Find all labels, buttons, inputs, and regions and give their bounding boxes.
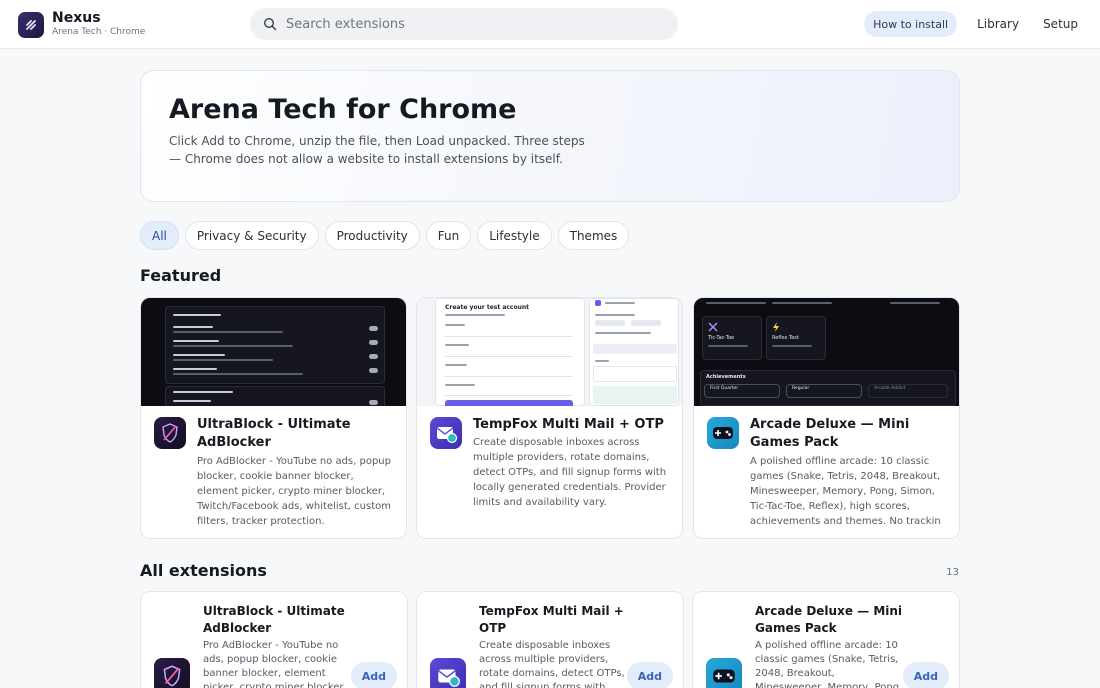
add-button[interactable]: Add bbox=[350, 662, 397, 688]
featured-card-ultrablock[interactable]: UltraBlock - Ultimate AdBlocker Pro AdBl… bbox=[140, 297, 407, 539]
brand[interactable]: Nexus Arena Tech · Chrome bbox=[18, 10, 145, 39]
tic-tac-toe-icon bbox=[708, 322, 718, 332]
extension-card-arcade[interactable]: Arcade Deluxe — Mini Games Pack A polish… bbox=[692, 591, 960, 688]
reflex-icon bbox=[773, 322, 779, 332]
app-name: Nexus bbox=[52, 10, 101, 26]
featured-description: Pro AdBlocker - YouTube no ads, popup bl… bbox=[197, 456, 391, 527]
hero-banner: Arena Tech for Chrome Click Add to Chrom… bbox=[140, 70, 960, 202]
screenshot-tempfox: Create your test account bbox=[417, 298, 682, 406]
search-input[interactable] bbox=[286, 16, 666, 32]
preview-ach-first-quarter: First Quarter bbox=[710, 386, 739, 391]
preview-form-title: Create your test account bbox=[445, 304, 530, 311]
ultrablock-icon bbox=[154, 658, 190, 688]
screenshot-ultrablock bbox=[141, 298, 406, 406]
screenshot-arcade: Tic-Tac-Toe Reflex Test Achievements Fir… bbox=[694, 298, 959, 406]
preview-tile-tic-tac-toe: Tic-Tac-Toe bbox=[708, 335, 735, 341]
tempfox-icon bbox=[430, 658, 466, 688]
category-chip-fun[interactable]: Fun bbox=[425, 221, 472, 250]
preview-achievements: Achievements bbox=[706, 374, 746, 380]
top-bar: Nexus Arena Tech · Chrome How to install… bbox=[0, 0, 1100, 49]
nav-library[interactable]: Library bbox=[973, 17, 1023, 31]
search-bar[interactable] bbox=[250, 8, 678, 40]
preview-ach-regular: Regular bbox=[792, 386, 810, 391]
featured-title: Arcade Deluxe — Mini Games Pack bbox=[750, 417, 910, 450]
extension-title: UltraBlock - Ultimate AdBlocker bbox=[203, 604, 345, 635]
extension-title: TempFox Multi Mail + OTP bbox=[479, 604, 624, 635]
category-chip-lifestyle[interactable]: Lifestyle bbox=[477, 221, 552, 250]
ultrablock-icon bbox=[154, 417, 186, 449]
featured-card-tempfox[interactable]: Create your test account TempFox Multi M… bbox=[416, 297, 683, 539]
category-chip-themes[interactable]: Themes bbox=[557, 221, 630, 250]
extension-description: A polished offline arcade: 10 classic ga… bbox=[755, 640, 903, 688]
tempfox-icon bbox=[430, 417, 462, 449]
hero-title: Arena Tech for Chrome bbox=[169, 94, 517, 125]
category-chip-all[interactable]: All bbox=[140, 221, 179, 250]
top-nav: How to install Library Setup bbox=[864, 11, 1082, 37]
extension-title: Arcade Deluxe — Mini Games Pack bbox=[755, 604, 903, 635]
app-subtitle: Arena Tech · Chrome bbox=[52, 27, 146, 37]
featured-title: TempFox Multi Mail + OTP bbox=[473, 417, 664, 432]
preview-ach-arcade-addict: Arcade Addict bbox=[874, 386, 906, 391]
extensions-count: 13 bbox=[946, 567, 959, 578]
extension-card-tempfox[interactable]: TempFox Multi Mail + OTP Create disposab… bbox=[416, 591, 684, 688]
category-filter: All Privacy & Security Productivity Fun … bbox=[140, 221, 635, 250]
featured-description: A polished offline arcade: 10 classic ga… bbox=[750, 456, 941, 527]
preview-tile-reflex: Reflex Test bbox=[772, 335, 799, 341]
extension-description: Pro AdBlocker - YouTube no ads, popup bl… bbox=[203, 640, 344, 688]
category-chip-productivity[interactable]: Productivity bbox=[324, 221, 420, 250]
add-button[interactable]: Add bbox=[626, 662, 673, 688]
featured-card-arcade[interactable]: Tic-Tac-Toe Reflex Test Achievements Fir… bbox=[693, 297, 960, 539]
arcade-icon bbox=[707, 417, 739, 449]
nexus-logo-icon bbox=[18, 11, 44, 38]
extension-description: Create disposable inboxes across multipl… bbox=[479, 640, 625, 688]
category-chip-privacy-security[interactable]: Privacy & Security bbox=[184, 221, 319, 250]
how-to-install-button[interactable]: How to install bbox=[864, 11, 958, 37]
add-button[interactable]: Add bbox=[902, 662, 949, 688]
nav-setup[interactable]: Setup bbox=[1039, 17, 1082, 31]
all-extensions-heading: All extensions bbox=[140, 561, 267, 580]
arcade-icon bbox=[706, 658, 742, 688]
hero-description: Click Add to Chrome, unzip the file, the… bbox=[169, 134, 585, 166]
extension-card-ultrablock[interactable]: UltraBlock - Ultimate AdBlocker Pro AdBl… bbox=[140, 591, 408, 688]
featured-title: UltraBlock - Ultimate AdBlocker bbox=[197, 417, 351, 450]
featured-description: Create disposable inboxes across multipl… bbox=[473, 437, 667, 508]
search-icon bbox=[263, 17, 277, 31]
featured-heading: Featured bbox=[140, 266, 222, 285]
